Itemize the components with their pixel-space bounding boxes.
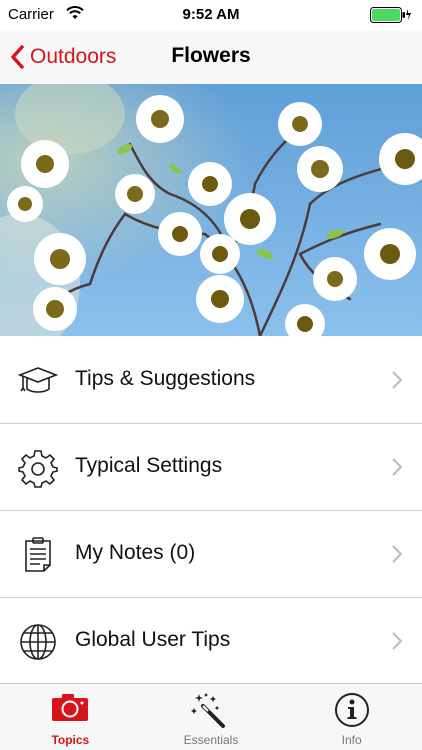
menu-item-label: My Notes (0) [75,541,196,564]
camera-icon [51,692,89,727]
navigation-bar: Outdoors Flowers [0,30,422,84]
menu-item-label: Global User Tips [75,628,231,651]
tab-topics[interactable]: Topics [0,684,141,750]
status-bar: Carrier 9:52 AM [0,0,422,30]
hero-image [0,84,422,336]
tab-label: Essentials [183,733,239,747]
chevron-right-icon [392,545,403,568]
gear-icon [18,448,58,488]
menu-item-typical-settings[interactable]: Typical Settings [0,423,422,510]
clock: 9:52 AM [182,6,240,23]
battery-icon [370,7,412,23]
chevron-right-icon [392,371,403,394]
chevron-right-icon [392,458,403,481]
page-title: Flowers [171,44,251,67]
menu-list: Tips & Suggestions Typical Settings My N… [0,337,422,684]
info-icon [334,692,370,733]
tab-bar: Topics Essentials Info [0,683,422,750]
menu-item-my-notes[interactable]: My Notes (0) [0,510,422,597]
chevron-right-icon [392,632,403,655]
graduation-cap-icon [17,361,59,401]
menu-item-global-user-tips[interactable]: Global User Tips [0,597,422,684]
tab-essentials[interactable]: Essentials [141,684,282,750]
tab-label: Topics [51,733,90,747]
notes-icon [18,535,58,575]
menu-item-tips-suggestions[interactable]: Tips & Suggestions [0,337,422,423]
globe-icon [18,622,58,662]
magic-wand-icon [191,692,231,733]
tab-label: Info [341,733,362,747]
tab-info[interactable]: Info [281,684,422,750]
menu-item-label: Typical Settings [75,454,223,477]
menu-item-label: Tips & Suggestions [75,367,256,390]
